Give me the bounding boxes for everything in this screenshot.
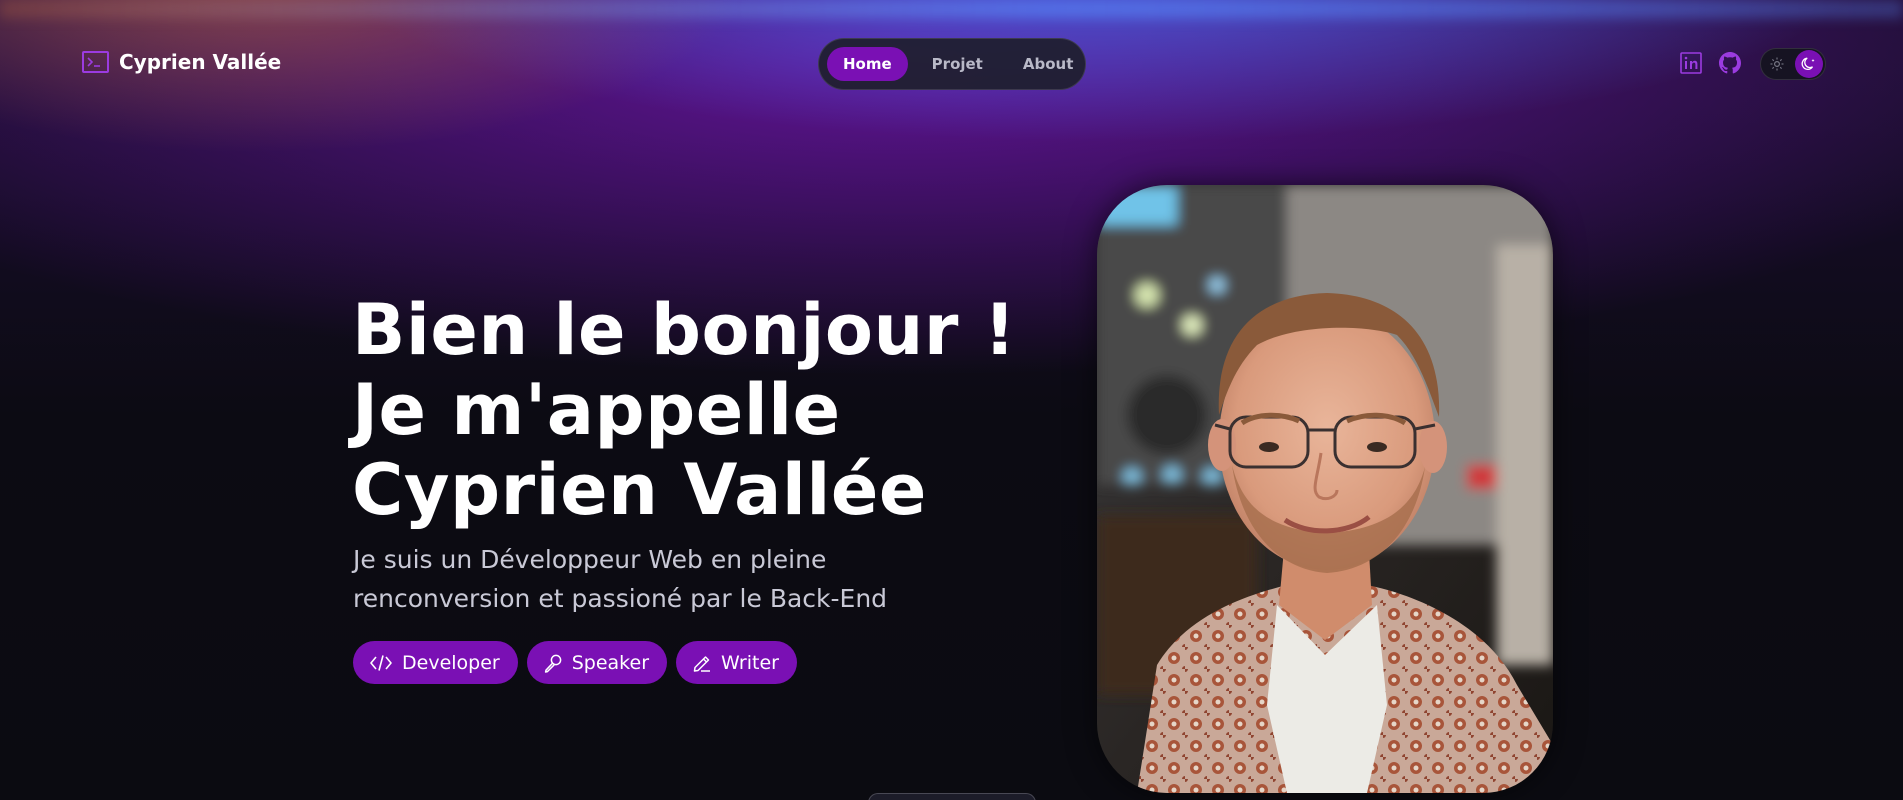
profile-photo: [1097, 185, 1553, 793]
linkedin-link[interactable]: [1678, 50, 1704, 76]
github-icon: [1719, 52, 1741, 74]
nav-item-projet[interactable]: Projet: [916, 47, 999, 81]
brand-title: Cyprien Vallée: [119, 50, 282, 74]
github-link[interactable]: [1717, 50, 1743, 76]
role-tags: Developer Speaker Writer: [353, 641, 797, 684]
tag-developer[interactable]: Developer: [353, 641, 518, 684]
page: Cyprien Vallée Home Projet About Bien le…: [0, 0, 1903, 800]
tag-label: Writer: [721, 651, 779, 674]
tag-label: Speaker: [571, 651, 649, 674]
site-header: Cyprien Vallée Home Projet About: [0, 0, 1903, 128]
tag-speaker[interactable]: Speaker: [526, 641, 667, 684]
linkedin-icon: [1680, 52, 1702, 74]
tag-label: Developer: [402, 651, 500, 674]
tag-writer[interactable]: Writer: [676, 641, 797, 684]
sun-icon: [1768, 55, 1786, 73]
hero-subtitle: Je suis un Développeur Web en pleine ren…: [353, 545, 888, 613]
nav-item-home[interactable]: Home: [827, 47, 908, 81]
theme-toggle[interactable]: [1760, 48, 1826, 80]
scroll-indicator[interactable]: [868, 793, 1036, 800]
microphone-icon: [544, 654, 562, 673]
moon-icon: [1795, 50, 1823, 78]
main-nav: Home Projet About: [818, 38, 1086, 90]
hero-title: Bien le bonjour ! Je m'appelle Cyprien V…: [352, 289, 1017, 531]
pencil-icon: [693, 655, 710, 672]
brand[interactable]: Cyprien Vallée: [82, 50, 281, 74]
code-icon: [370, 654, 392, 671]
terminal-icon: [82, 51, 109, 73]
nav-item-about[interactable]: About: [1007, 47, 1090, 81]
